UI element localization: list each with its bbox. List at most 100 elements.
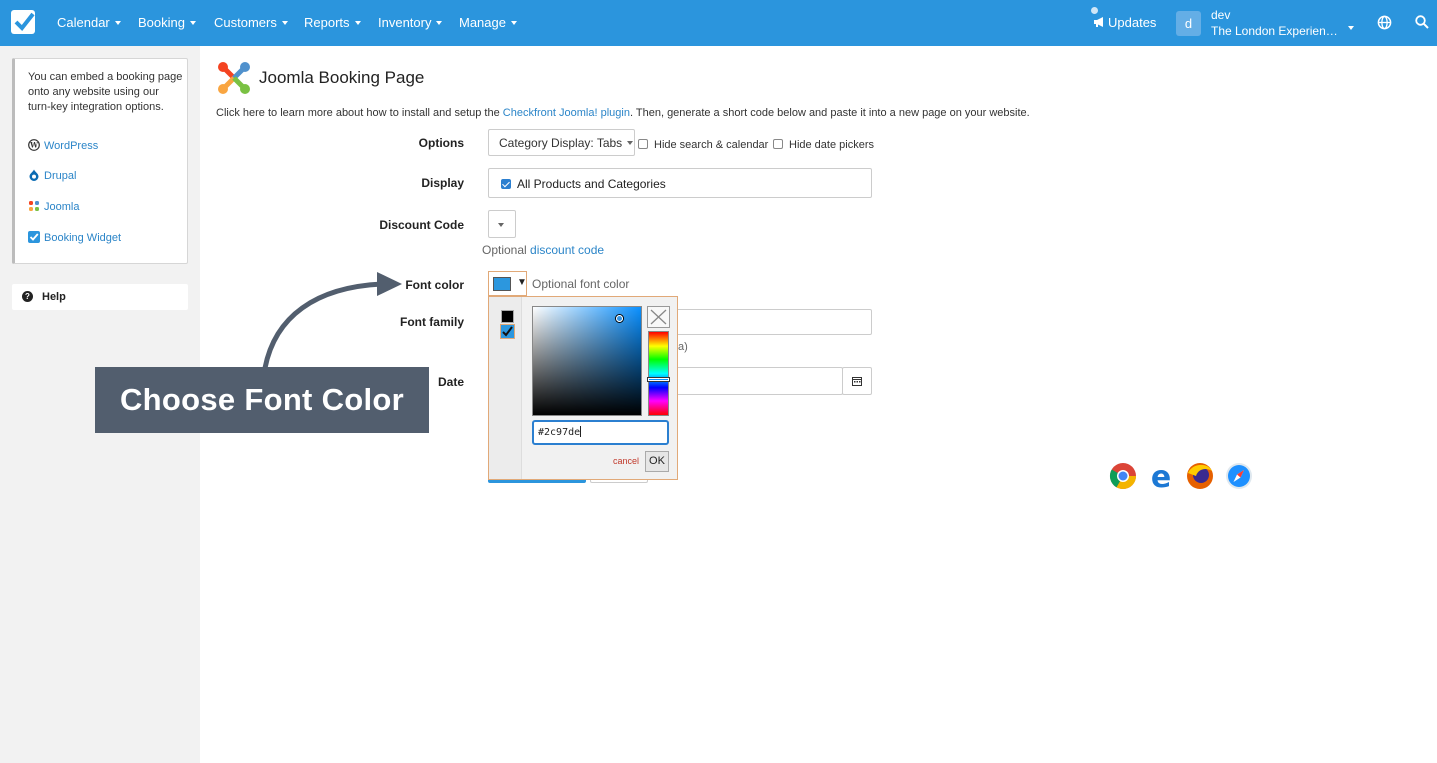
user-company[interactable]: The London Experienc...	[1211, 24, 1341, 38]
globe-icon[interactable]	[1377, 15, 1392, 33]
options-label: Options	[418, 136, 464, 150]
nav-manage[interactable]: Manage	[459, 15, 517, 30]
discount-code-link[interactable]: discount code	[530, 243, 604, 257]
intro-text: Click here to learn more about how to in…	[216, 107, 1030, 119]
page-title: Joomla Booking Page	[259, 68, 425, 87]
close-icon	[650, 309, 667, 325]
hide-date-option[interactable]: Hide date pickers	[773, 139, 874, 151]
drupal-label: Drupal	[44, 170, 77, 182]
nav-inventory[interactable]: Inventory	[378, 15, 443, 30]
font-family-input[interactable]	[660, 309, 872, 335]
nav-calendar[interactable]: Calendar	[57, 15, 121, 30]
chevron-down-icon	[510, 21, 517, 25]
display-value: All Products and Categories	[517, 177, 666, 191]
check-icon	[502, 326, 513, 337]
calendar-icon	[852, 377, 862, 386]
chevron-down-icon	[114, 21, 121, 25]
hex-value: #2c97de	[538, 427, 581, 438]
sidebar-link-booking-widget[interactable]: Booking Widget	[28, 231, 121, 244]
checkfront-logo-icon[interactable]	[11, 10, 35, 34]
search-icon[interactable]	[1415, 15, 1429, 32]
edge-icon: e	[1151, 461, 1171, 493]
hide-search-checkbox[interactable]	[638, 139, 648, 149]
hide-search-label: Hide search & calendar	[654, 139, 769, 151]
help-button[interactable]: ? Help	[12, 284, 188, 310]
intro-suffix: . Then, generate a short code below and …	[629, 107, 1030, 119]
font-color-hint: Optional font color	[532, 277, 630, 291]
embed-options-panel: You can embed a booking page onto any we…	[12, 58, 188, 264]
hex-color-input[interactable]: #2c97de	[532, 420, 669, 445]
joomla-plugin-link[interactable]: Checkfront Joomla! plugin	[503, 107, 630, 119]
wordpress-label: WordPress	[44, 140, 99, 152]
hide-date-checkbox[interactable]	[773, 139, 783, 149]
drupal-icon	[29, 169, 39, 181]
joomla-icon	[29, 201, 39, 211]
booking-widget-label: Booking Widget	[44, 232, 122, 244]
caret-down-icon: ▼	[517, 277, 527, 288]
checkbox-icon	[28, 231, 40, 243]
svg-text:e: e	[1151, 461, 1171, 493]
sidebar-link-joomla[interactable]: Joomla	[28, 200, 79, 213]
sidebar-link-wordpress[interactable]: W WordPress	[28, 139, 98, 152]
updates-button[interactable]: Updates	[1091, 7, 1157, 30]
firefox-icon	[1187, 463, 1213, 489]
selected-swatch[interactable]	[500, 324, 515, 339]
intro-prefix: Click here to learn more about how to in…	[216, 107, 503, 119]
question-icon: ?	[22, 291, 33, 302]
picker-ok-button[interactable]: OK	[645, 451, 669, 472]
megaphone-icon	[1094, 17, 1103, 27]
black-swatch[interactable]	[501, 310, 514, 323]
help-label: Help	[42, 291, 66, 303]
nav-calendar-label: Calendar	[57, 15, 110, 30]
hue-slider[interactable]	[648, 331, 669, 416]
browser-icons: e	[1109, 461, 1252, 493]
nav-reports[interactable]: Reports	[304, 15, 361, 30]
no-color-button[interactable]	[647, 306, 670, 328]
joomla-label: Joomla	[44, 201, 80, 213]
font-color-picker-button[interactable]: ▼	[488, 271, 527, 296]
chrome-icon	[1109, 463, 1137, 490]
discount-code-label: Discount Code	[379, 218, 464, 232]
nav-inventory-label: Inventory	[378, 15, 432, 30]
notification-dot	[1091, 7, 1098, 14]
discount-hint: Optional discount code	[482, 243, 604, 257]
hide-date-label: Hide date pickers	[789, 139, 874, 151]
user-name[interactable]: dev	[1211, 8, 1230, 22]
color-palette	[489, 297, 522, 479]
color-handle[interactable]	[616, 315, 623, 322]
chevron-down-icon	[627, 141, 634, 145]
nav-customers[interactable]: Customers	[214, 15, 288, 30]
chevron-down-icon	[498, 223, 504, 227]
safari-icon	[1226, 463, 1252, 489]
chevron-down-icon	[281, 21, 288, 25]
top-nav-bar: Calendar Booking Customers Reports Inven…	[0, 0, 1437, 46]
color-swatch	[493, 277, 511, 291]
saturation-value-area[interactable]	[532, 306, 642, 416]
updates-label: Updates	[1108, 15, 1157, 30]
discount-hint-prefix: Optional	[482, 243, 531, 257]
annotation-arrow	[262, 272, 402, 369]
nav-customers-label: Customers	[214, 15, 277, 30]
avatar[interactable]: d	[1176, 11, 1201, 36]
category-display-dropdown[interactable]: Category Display: Tabs	[488, 129, 635, 156]
hide-search-option[interactable]: Hide search & calendar	[638, 139, 768, 151]
nav-booking-label: Booking	[138, 15, 185, 30]
chevron-down-icon[interactable]	[1348, 21, 1354, 35]
calendar-button[interactable]	[842, 367, 872, 395]
nav-booking[interactable]: Booking	[138, 15, 196, 30]
chevron-down-icon	[354, 21, 361, 25]
picker-cancel-button[interactable]: cancel	[613, 456, 639, 466]
chevron-down-icon	[436, 21, 443, 25]
hue-handle[interactable]	[648, 378, 669, 381]
nav-reports-label: Reports	[304, 15, 350, 30]
sidebar-link-drupal[interactable]: Drupal	[28, 169, 76, 182]
display-selector[interactable]: All Products and Categories	[488, 168, 872, 198]
joomla-logo-icon	[218, 62, 250, 94]
svg-text:W: W	[29, 141, 38, 150]
display-label: Display	[421, 176, 464, 190]
date-input[interactable]	[660, 367, 843, 395]
discount-code-dropdown[interactable]	[488, 210, 516, 238]
all-products-checkbox[interactable]	[501, 179, 511, 189]
color-picker-popup: #2c97de cancel OK	[488, 296, 678, 480]
chevron-down-icon	[189, 21, 196, 25]
